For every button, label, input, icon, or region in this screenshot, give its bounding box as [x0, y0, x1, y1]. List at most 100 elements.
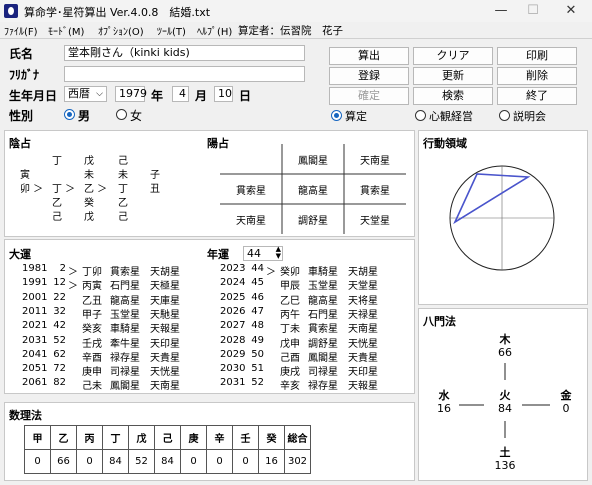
- taiun-row-cell: 天印星: [150, 338, 180, 350]
- update-button[interactable]: 更新: [413, 67, 493, 85]
- day-input[interactable]: 10: [214, 86, 233, 102]
- chevron-down-icon: ⌵: [96, 89, 103, 99]
- nenun-row-cell: 甲辰: [280, 281, 300, 293]
- nenun-row-cell: 癸卯: [280, 267, 300, 278]
- delete-button[interactable]: 削除: [497, 67, 577, 85]
- nenun-row-cell: 44: [251, 263, 264, 274]
- taiun-row-cell: 己未: [82, 381, 102, 393]
- nenun-row-cell: 49: [251, 334, 264, 346]
- taiun-row-cell: 2001: [22, 291, 48, 303]
- nenun-row-cell: 丁未: [280, 324, 300, 336]
- nenun-row-cell: 2027: [220, 320, 246, 332]
- kana-label: ﾌﾘｶﾞﾅ: [9, 68, 40, 82]
- nenun-row-cell: 司禄星: [308, 367, 338, 379]
- search-button[interactable]: 検索: [413, 87, 493, 105]
- inyo-cell: 癸: [84, 198, 94, 209]
- inyo-cell: 乙: [52, 198, 62, 209]
- birthdate-label: 生年月日: [9, 89, 58, 103]
- suuri-header-cell: 戊: [128, 425, 155, 450]
- month-input[interactable]: 4: [172, 86, 189, 102]
- nenun-row-cell: 46: [251, 291, 264, 303]
- suuri-header-cell: 甲: [24, 425, 51, 450]
- nenun-row-cell: 丙午: [280, 309, 300, 321]
- print-button[interactable]: 印刷: [497, 47, 577, 65]
- menu-options[interactable]: ｵﾌﾟｼｮﾝ(O): [98, 23, 144, 38]
- nenun-row-cell: 47: [251, 305, 264, 317]
- menu-help[interactable]: ﾍﾙﾌﾟ(H): [197, 23, 232, 38]
- suuri-header-cell: 辛: [206, 425, 233, 450]
- suuri-value-cell: 0: [232, 449, 259, 474]
- register-button[interactable]: 登録: [329, 67, 409, 85]
- confirm-button[interactable]: 確定: [329, 87, 409, 105]
- taiun-row-cell: 壬戌: [82, 338, 102, 350]
- female-label: 女: [130, 109, 143, 123]
- nenun-row-cell: 天貴星: [348, 352, 378, 364]
- nenun-row-cell: 玉堂星: [308, 281, 338, 293]
- spin-arrows-icon[interactable]: ▲ ▼: [276, 246, 281, 260]
- menu-tools[interactable]: ﾂｰﾙ(T): [157, 23, 186, 38]
- suuri-value-cell: 302: [284, 449, 311, 474]
- nenun-row-cell: 天堂星: [348, 281, 378, 293]
- taiun-row-cell: 天胡星: [150, 267, 180, 278]
- suuri-value-cell: 84: [102, 449, 129, 474]
- shinkan-radio[interactable]: [415, 110, 426, 121]
- taiun-row-cell: 2061: [22, 377, 48, 389]
- male-radio[interactable]: [64, 109, 75, 120]
- taiun-row-cell: 天恍星: [150, 367, 180, 379]
- setsumei-radio[interactable]: [499, 110, 510, 121]
- taiun-row-cell: ＞: [68, 281, 78, 293]
- nenun-row-cell: 天禄星: [348, 309, 378, 321]
- taiun-row-cell: 玉堂星: [110, 309, 140, 321]
- setsumei-label: 説明会: [513, 110, 546, 123]
- clear-button[interactable]: クリア: [413, 47, 493, 65]
- suuri-header-cell: 壬: [232, 425, 259, 450]
- taiun-row-cell: 丁卯: [82, 267, 102, 278]
- nenun-row-cell: 天報星: [348, 381, 378, 393]
- nenun-row-cell: 2031: [220, 377, 246, 389]
- female-radio[interactable]: [116, 109, 127, 120]
- inyo-cell: 乙 ＞: [84, 184, 108, 195]
- taiun-row-cell: 2031: [22, 334, 48, 346]
- nenun-row-cell: 2024: [220, 277, 246, 289]
- taiun-row-cell: 車騎星: [110, 324, 140, 336]
- suuri-header-cell: 乙: [50, 425, 77, 450]
- suuri-header-cell: 己: [154, 425, 181, 450]
- age-spinner[interactable]: 44 ▲ ▼: [243, 246, 283, 261]
- menu-mode[interactable]: ﾓｰﾄﾞ(M): [48, 23, 84, 38]
- era-select[interactable]: 西暦 ⌵: [64, 86, 107, 102]
- nenun-row-cell: 2023: [220, 263, 246, 274]
- name-input[interactable]: 堂本剛さん（kinki kids): [64, 45, 305, 61]
- taiun-row-cell: 司禄星: [110, 367, 140, 379]
- inyo-cell: 己: [118, 156, 128, 167]
- santei-radio[interactable]: [331, 110, 342, 121]
- menu-file[interactable]: ﾌｧｲﾙ(F): [4, 23, 38, 38]
- nenun-row-cell: 52: [251, 377, 264, 389]
- nenun-row-cell: 龍高星: [308, 295, 338, 307]
- taiun-row-cell: 乙丑: [82, 295, 102, 307]
- exit-button[interactable]: 終了: [497, 87, 577, 105]
- taiun-row-cell: 天貴星: [150, 352, 180, 364]
- shinkan-label: 心観経営: [429, 110, 473, 123]
- nenun-row-cell: 庚戌: [280, 367, 300, 379]
- close-button[interactable]: ✕: [548, 0, 592, 22]
- year-input[interactable]: 1979: [115, 86, 147, 102]
- taiun-row-cell: 天庫星: [150, 295, 180, 307]
- taiun-row-cell: 2051: [22, 363, 48, 375]
- inyo-cell: 丁 ＞: [52, 184, 76, 195]
- nenun-row-cell: 石門星: [308, 309, 338, 321]
- kana-input[interactable]: [64, 66, 305, 82]
- day-unit: 日: [239, 89, 252, 103]
- inyo-cell: 子: [150, 170, 160, 181]
- suuri-header-cell: 丁: [102, 425, 129, 450]
- nenun-row-cell: 2030: [220, 363, 246, 375]
- inyo-cell: 乙: [118, 198, 128, 209]
- suuri-header-cell: 癸: [258, 425, 285, 450]
- calc-button[interactable]: 算出: [329, 47, 409, 65]
- suuri-value-cell: 0: [76, 449, 103, 474]
- window-title: 算命学･星符算出 Ver.4.0.8 結婚.txt: [24, 6, 211, 19]
- nenun-row-cell: 2029: [220, 348, 246, 360]
- taiun-row-cell: 2041: [22, 348, 48, 360]
- inyo-cell: 丁: [118, 184, 128, 195]
- yosen-grid-lines: [220, 144, 406, 234]
- taiun-row-cell: 32: [53, 305, 66, 317]
